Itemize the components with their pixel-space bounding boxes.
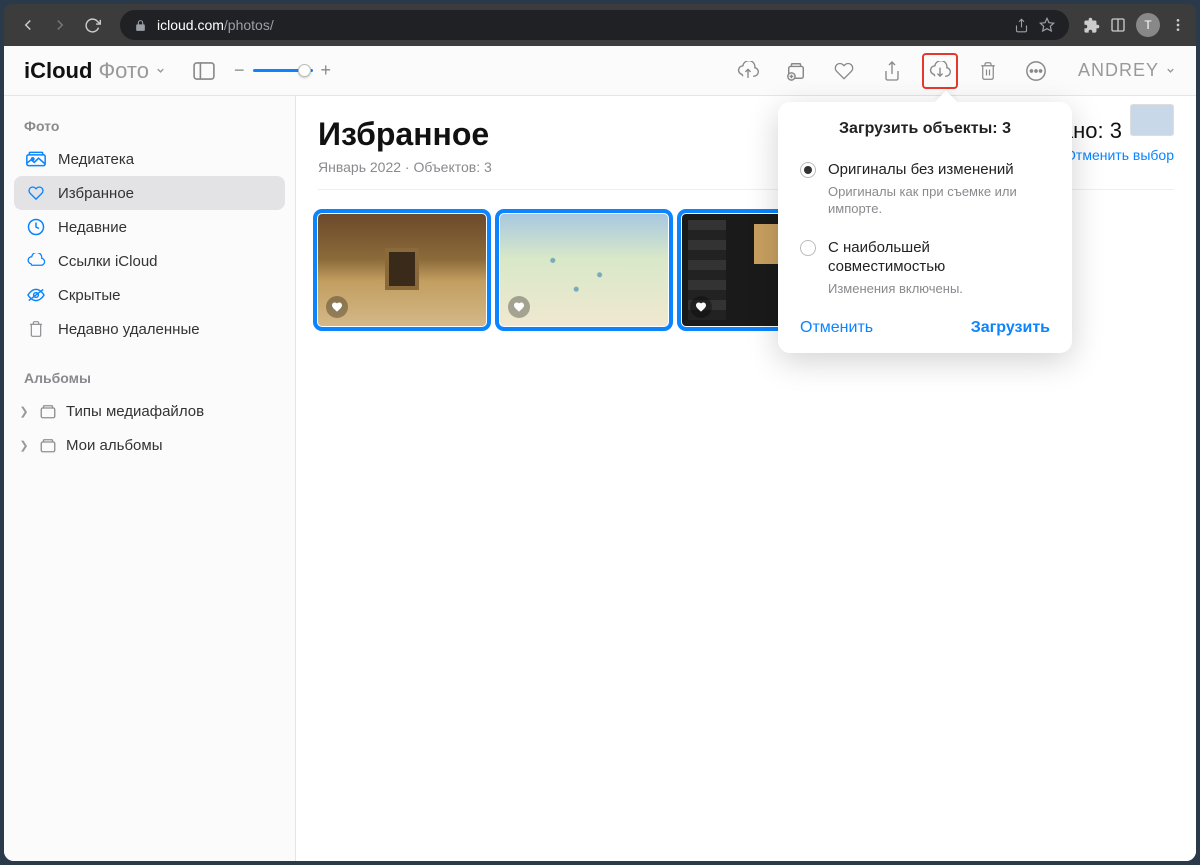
sidebar-group-media-types[interactable]: ❯ Типы медиафайлов [14,394,285,428]
sidebar-item-label: Недавние [58,219,127,236]
zoom-control: − + [234,60,331,81]
more-button[interactable] [1018,53,1054,89]
window-icon[interactable] [1110,17,1126,33]
sidebar-item-library[interactable]: Медиатека [14,142,285,176]
download-option-originals[interactable]: Оригиналы без изменений Оригиналы как пр… [782,154,1068,232]
profile-avatar[interactable]: T [1136,13,1160,37]
sidebar-item-hidden[interactable]: Скрытые [14,278,285,312]
clock-icon [26,217,46,237]
app-toolbar: iCloud Фото − + [4,46,1196,96]
sidebar-item-label: Ссылки iCloud [58,253,158,270]
chevron-down-icon [1165,65,1176,76]
popover-title: Загрузить объекты: 3 [782,120,1068,138]
chevron-right-icon: ❯ [18,439,30,452]
sidebar-item-recently-deleted[interactable]: Недавно удаленные [14,312,285,346]
sidebar-group-my-albums[interactable]: ❯ Мои альбомы [14,428,285,462]
lock-icon [134,19,147,32]
user-name: ANDREY [1078,60,1159,81]
bookmark-star-icon[interactable] [1039,17,1055,33]
photo-item[interactable] [318,214,486,326]
trash-icon [26,319,46,339]
zoom-in-button[interactable]: + [321,60,332,81]
photo-item[interactable] [500,214,668,326]
delete-button[interactable] [970,53,1006,89]
cloud-icon [26,251,46,271]
sidebar-group-label: Типы медиафайлов [66,403,204,420]
eye-off-icon [26,285,46,305]
confirm-download-button[interactable]: Загрузить [971,319,1050,337]
favorite-button[interactable] [826,53,862,89]
back-button[interactable] [14,11,42,39]
brand-sub: Фото [98,58,149,84]
favorite-badge-icon [508,296,530,318]
option-desc: Оригиналы как при съемке или импорте. [828,183,1050,218]
download-popover: Загрузить объекты: 3 Оригиналы без измен… [778,102,1072,353]
chevron-down-icon [155,65,166,76]
reload-button[interactable] [78,11,106,39]
favorite-badge-icon [690,296,712,318]
sidebar-toggle-button[interactable] [186,53,222,89]
share-url-icon[interactable] [1014,18,1029,33]
download-button[interactable] [922,53,958,89]
sidebar-item-label: Избранное [58,185,134,202]
sidebar-item-label: Недавно удаленные [58,321,200,338]
forward-button[interactable] [46,11,74,39]
download-option-compatible[interactable]: С наибольшей совместимостью Изменения вк… [782,232,1068,312]
radio-icon [800,240,816,256]
sidebar-item-label: Медиатека [58,151,134,168]
url-text: icloud.com/photos/ [157,17,1004,33]
url-bar[interactable]: icloud.com/photos/ [120,10,1069,40]
share-button[interactable] [874,53,910,89]
sidebar-item-favorites[interactable]: Избранное [14,176,285,210]
cancel-button[interactable]: Отменить [800,319,873,337]
brand-menu[interactable]: iCloud Фото [24,58,166,84]
user-menu[interactable]: ANDREY [1078,60,1176,81]
menu-icon[interactable] [1170,17,1186,33]
brand-main: iCloud [24,58,92,84]
sidebar-item-label: Скрытые [58,287,121,304]
chevron-right-icon: ❯ [18,405,30,418]
sidebar: Фото Медиатека Избранное Недавние Ссылки… [4,96,296,861]
library-icon [26,149,46,169]
sidebar-item-recents[interactable]: Недавние [14,210,285,244]
zoom-slider[interactable] [253,69,313,72]
stack-icon [38,435,58,455]
sidebar-section-photos: Фото [14,112,285,142]
option-label: С наибольшей совместимостью [828,238,1050,277]
stack-icon [38,401,58,421]
zoom-out-button[interactable]: − [234,60,245,81]
add-to-album-button[interactable] [778,53,814,89]
sidebar-section-albums: Альбомы [14,364,285,394]
upload-button[interactable] [730,53,766,89]
browser-bar: icloud.com/photos/ T [4,4,1196,46]
sidebar-group-label: Мои альбомы [66,437,163,454]
sidebar-item-icloud-links[interactable]: Ссылки iCloud [14,244,285,278]
radio-icon [800,162,816,178]
extensions-icon[interactable] [1083,17,1100,34]
option-desc: Изменения включены. [828,280,1050,298]
option-label: Оригиналы без изменений [828,160,1050,180]
favorite-badge-icon [326,296,348,318]
heart-icon [26,183,46,203]
